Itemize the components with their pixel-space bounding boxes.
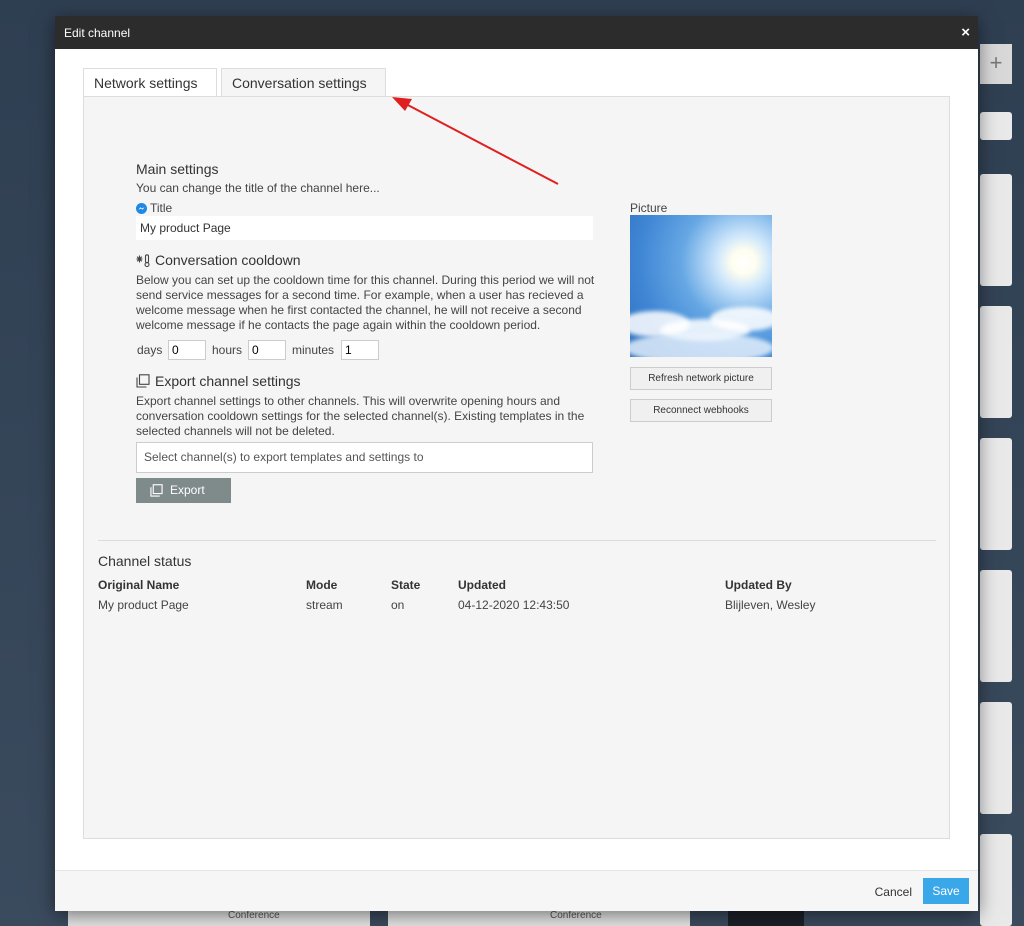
annotation-arrow — [392, 97, 559, 185]
